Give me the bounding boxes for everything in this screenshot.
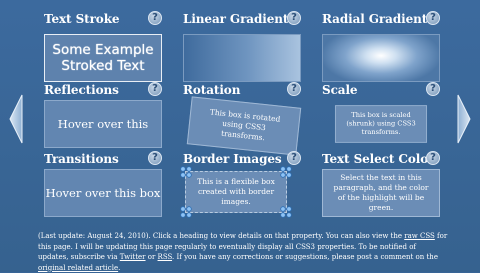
help-icon[interactable]: ? [426,151,440,165]
heading-border-images[interactable]: Border Images [183,152,282,166]
reflection-sample: Hover over this [57,117,149,131]
help-icon[interactable]: ? [287,11,301,25]
help-icon[interactable]: ? [287,82,301,96]
rss-link[interactable]: RSS [158,253,173,261]
cell-transitions: Transitions ? Hover over this box [44,151,162,217]
help-icon[interactable]: ? [148,151,162,165]
cell-radial-gradients: Radial Gradients ? [322,11,440,82]
heading-text-select-color[interactable]: Text Select Color [322,152,434,166]
help-icon[interactable]: ? [148,82,162,96]
text-select-sample[interactable]: Select the text in this paragraph, and t… [323,173,439,213]
cell-scale: Scale ? This box is scaled (shrunk) usin… [322,82,440,143]
border-corner-icon [180,206,192,218]
previous-arrow-button[interactable] [8,93,24,145]
cell-reflections: Reflections ? Hover over this [44,82,162,148]
original-article-link[interactable]: original related article [38,264,118,272]
footer-text: (Last update: August 24, 2010). Click a … [38,232,405,240]
help-icon[interactable]: ? [426,82,440,96]
border-corner-icon [180,166,192,178]
heading-scale[interactable]: Scale [322,83,358,97]
scale-demo-box: This box is scaled (shrunk) using CSS3 t… [334,105,428,143]
cell-border-images: Border Images ? This is a flexible box c… [180,151,301,218]
cell-linear-gradients: Linear Gradients ? [183,11,301,82]
radial-gradient-demo-box [322,34,440,82]
heading-rotation[interactable]: Rotation [183,83,240,97]
footer-text: . [118,263,121,272]
border-image-demo-box: This is a flexible box created with bord… [180,166,292,218]
rotation-demo-box: This box is rotated using CSS3 transform… [186,96,302,156]
footer-text: . If you have any corrections or suggest… [172,253,438,261]
footer-text: or [145,253,158,261]
help-icon[interactable]: ? [426,11,440,25]
cell-text-select-color: Text Select Color ? Select the text in t… [322,151,440,217]
next-arrow-button[interactable] [456,93,472,145]
raw-css-link[interactable]: raw CSS [404,232,435,240]
text-stroke-demo-box: Some Example Stroked Text [44,34,162,82]
chevron-left-icon [9,94,23,144]
transition-sample: Hover over this box [45,186,161,200]
scale-sample: This box is scaled (shrunk) using CSS3 t… [346,111,416,137]
heading-transitions[interactable]: Transitions [44,152,119,166]
showcase-page: Text Stroke ? Some Example Stroked Text … [0,0,480,272]
rotation-sample: This box is rotated using CSS3 transform… [209,107,281,143]
text-stroke-sample: Some Example Stroked Text [52,42,154,74]
heading-reflections[interactable]: Reflections [44,83,119,97]
heading-text-stroke[interactable]: Text Stroke [44,12,120,26]
text-select-demo-box[interactable]: Select the text in this paragraph, and t… [322,169,440,217]
border-corner-icon [280,166,292,178]
chevron-right-icon [457,94,471,144]
cell-rotation: Rotation ? This box is rotated using CSS… [183,82,302,156]
help-icon[interactable]: ? [287,151,301,165]
border-image-sample: This is a flexible box created with bord… [197,177,275,206]
twitter-link[interactable]: Twitter [120,253,146,261]
footer-note: (Last update: August 24, 2010). Click a … [38,231,448,273]
heading-linear-gradients[interactable]: Linear Gradients [183,12,295,26]
transition-demo-box[interactable]: Hover over this box [44,169,162,217]
help-icon[interactable]: ? [148,11,162,25]
linear-gradient-demo-box [183,34,301,82]
reflection-demo-box[interactable]: Hover over this [44,100,162,148]
border-corner-icon [280,206,292,218]
heading-radial-gradients[interactable]: Radial Gradients [322,12,434,26]
cell-text-stroke: Text Stroke ? Some Example Stroked Text [44,11,162,82]
